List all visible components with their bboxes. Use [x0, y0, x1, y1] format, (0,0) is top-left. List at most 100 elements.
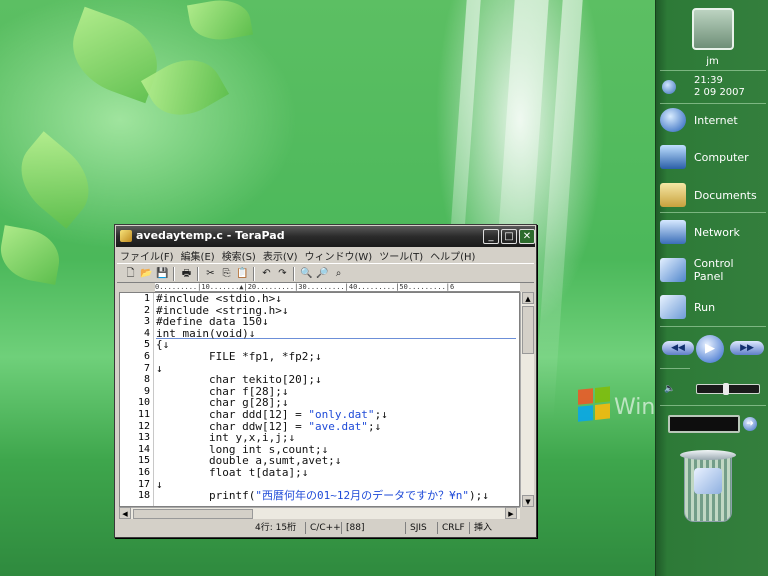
scroll-right-icon[interactable]: ▶ — [505, 507, 517, 519]
previous-track-button[interactable]: ◀◀ — [662, 341, 694, 355]
windows-logo — [578, 386, 612, 424]
search-input[interactable] — [668, 415, 740, 433]
vertical-scroll-thumb[interactable] — [522, 306, 534, 354]
run-icon — [660, 295, 686, 319]
minimize-button[interactable]: _ — [483, 229, 499, 244]
sidebar-item-network[interactable]: Network — [660, 217, 766, 247]
search-go-icon[interactable]: ➜ — [743, 417, 757, 431]
line-number: 13 — [137, 432, 150, 444]
status-insert-mode[interactable]: 挿入 — [469, 522, 492, 534]
line-number-gutter: 1 2 3 4 5 6 7 8 9 10 11 12 13 14 15 16 17 18 — [120, 293, 154, 506]
computer-icon — [660, 145, 686, 169]
line-number: 14 — [137, 443, 150, 455]
maximize-button[interactable]: □ — [501, 229, 517, 244]
menu-bar: ファイル(F) 編集(E) 検索(S) 表示(V) ウィンドウ(W) ツール(T… — [117, 247, 534, 263]
horizontal-scroll-thumb[interactable] — [133, 509, 253, 519]
scroll-left-icon[interactable]: ◀ — [119, 507, 131, 519]
status-line-ending[interactable]: CRLF — [437, 522, 465, 534]
text-editor[interactable]: 1 2 3 4 5 6 7 8 9 10 11 12 13 14 15 16 17 18 #include <st… — [119, 292, 520, 507]
sidebar-item-internet[interactable]: Internet — [660, 105, 766, 135]
close-button[interactable]: ✕ — [519, 229, 535, 244]
find-icon[interactable]: 🔍 — [299, 266, 314, 281]
open-folder-icon[interactable]: 📂 — [139, 266, 154, 281]
sidebar: jm 21:39 2 09 2007 Internet Computer Doc… — [655, 0, 768, 576]
new-file-icon[interactable]: 🗋 — [123, 266, 138, 281]
menu-search[interactable]: 検索(S) — [222, 248, 256, 263]
divider — [660, 103, 766, 104]
horizontal-scrollbar[interactable]: ◀ ▶ — [119, 507, 520, 519]
toolbar-separator — [293, 267, 295, 281]
copy-icon[interactable]: ⎘ — [219, 266, 234, 281]
code-line[interactable]: FILE *fp1, *fp2;↓ — [156, 351, 322, 363]
line-number: 5 — [143, 339, 150, 351]
user-picture[interactable] — [692, 8, 734, 50]
line-number: 6 — [143, 351, 150, 362]
toolbar-separator — [173, 267, 175, 281]
toolbar-separator — [197, 267, 199, 281]
sidebar-item-label: Run — [694, 300, 716, 314]
status-encoding[interactable]: SJIS — [405, 522, 427, 534]
line-number: 8 — [143, 374, 150, 386]
clock-icon[interactable] — [662, 80, 676, 94]
menu-edit[interactable]: 編集(E) — [181, 248, 215, 263]
menu-tools[interactable]: ツール(T) — [379, 248, 423, 263]
toolbar-separator — [253, 267, 255, 281]
line-number: 7 — [143, 362, 150, 374]
line-number: 4 — [143, 327, 150, 339]
title-bar[interactable]: avedaytemp.c - TeraPad _ □ ✕ — [116, 226, 535, 247]
network-icon — [660, 220, 686, 244]
recycle-bin[interactable] — [680, 450, 736, 524]
sidebar-item-label: Internet — [694, 113, 738, 127]
sidebar-item-computer[interactable]: Computer — [660, 142, 766, 172]
menu-file[interactable]: ファイル(F) — [120, 248, 174, 263]
user-name: jm — [706, 56, 719, 67]
divider — [660, 368, 690, 369]
code-line[interactable]: printf("西暦何年の01~12月のデータですか？¥n");↓ — [156, 490, 489, 502]
menu-window[interactable]: ウィンドウ(W) — [305, 248, 373, 263]
terapad-window: avedaytemp.c - TeraPad _ □ ✕ ファイル(F) 編集(… — [114, 224, 537, 538]
save-icon[interactable]: 💾 — [155, 266, 170, 281]
cut-icon[interactable]: ✂ — [203, 266, 218, 281]
code-line[interactable]: int main(void)↓ — [156, 328, 255, 340]
find-next-icon[interactable]: 🔎 — [315, 266, 330, 281]
toolbar: 🗋 📂 💾 🖶 ✂ ⎘ 📋 ↶ ↷ 🔍 🔎 ⌕ — [117, 263, 534, 283]
print-icon[interactable]: 🖶 — [179, 266, 194, 281]
play-button[interactable]: ▶ — [696, 335, 724, 363]
sidebar-item-label: Network — [694, 225, 740, 239]
divider — [660, 212, 766, 213]
sidebar-item-run[interactable]: Run — [660, 292, 766, 322]
vertical-scrollbar[interactable]: ▲ ▼ — [520, 292, 534, 507]
sidebar-item-control-panel[interactable]: Control Panel — [660, 255, 766, 285]
find-previous-icon[interactable]: ⌕ — [331, 266, 346, 281]
scroll-up-icon[interactable]: ▲ — [522, 292, 534, 304]
recycle-bin-lid — [680, 450, 736, 460]
line-number: 10 — [137, 397, 150, 409]
redo-icon[interactable]: ↷ — [275, 266, 290, 281]
wallpaper-leaf — [0, 225, 64, 285]
column-ruler: 0.........|10.......▲|20.........|30....… — [155, 283, 520, 292]
paste-icon[interactable]: 📋 — [235, 266, 250, 281]
line-number: 1 — [143, 293, 150, 304]
menu-view[interactable]: 表示(V) — [263, 248, 298, 263]
clock-date: 2 09 2007 — [694, 87, 745, 98]
sidebar-item-documents[interactable]: Documents — [660, 180, 766, 210]
terapad-app-icon[interactable] — [120, 230, 132, 242]
line-number: 18 — [137, 490, 150, 502]
next-track-button[interactable]: ▶▶ — [730, 341, 764, 355]
undo-icon[interactable]: ↶ — [259, 266, 274, 281]
line-number: 11 — [137, 409, 150, 420]
menu-help[interactable]: ヘルプ(H) — [430, 248, 475, 263]
volume-slider[interactable] — [696, 383, 760, 395]
status-language[interactable]: C/C++ — [305, 522, 341, 534]
line-number: 15 — [137, 455, 150, 467]
scroll-down-icon[interactable]: ▼ — [522, 495, 534, 507]
line-number: 2 — [143, 304, 150, 316]
code-line[interactable]: float t[data];↓ — [156, 467, 308, 479]
line-number: 17 — [137, 478, 150, 490]
volume-slider-knob[interactable] — [723, 383, 730, 395]
line-number: 12 — [137, 420, 150, 432]
code-line[interactable]: #include <stdio.h>↓ — [156, 293, 282, 305]
documents-icon — [660, 183, 686, 207]
volume-icon: 🔈 — [664, 384, 676, 394]
line-number: 16 — [137, 467, 150, 478]
